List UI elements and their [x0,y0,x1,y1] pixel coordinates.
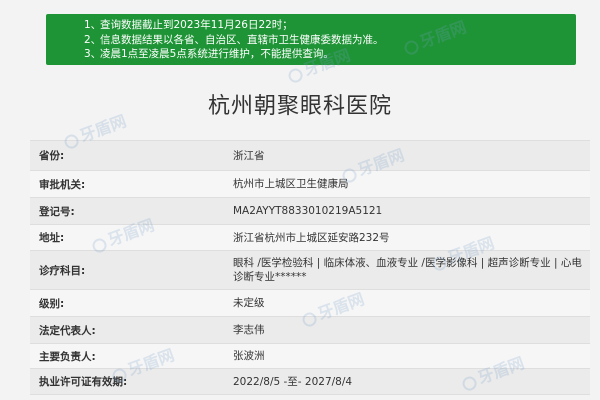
row-value: 眼科 /医学检验科 | 临床体液、血液专业 /医学影像科 | 超声诊断专业 | … [225,250,590,290]
table-row: 级别: 未定级 [30,289,590,317]
info-table: 省份: 浙江省 审批机关: 杭州市上城区卫生健康局 登记号: MA2AYYT88… [30,140,590,395]
notice-line-1: 1、查询数据截止到2023年11月26日22时； [84,18,576,33]
row-value: 2022/8/5 -至- 2027/8/4 [225,368,590,395]
table-row: 审批机关: 杭州市上城区卫生健康局 [30,170,590,198]
row-value: MA2AYYT8833010219A5121 [225,197,590,225]
row-label: 级别: [30,289,225,317]
table-row: 法定代表人: 李志伟 [30,316,590,344]
table-row: 执业许可证有效期: 2022/8/5 -至- 2027/8/4 [30,368,590,395]
notice-num: 3、 [84,48,102,60]
row-value: 浙江省 [225,140,590,171]
row-label: 地址: [30,224,225,251]
row-label: 诊疗科目: [30,250,225,290]
row-label: 主要负责人: [30,343,225,369]
notice-text: 查询数据截止到2023年11月26日22时； [100,19,293,31]
notice-text: 信息数据结果以各省、自治区、直辖市卫生健康委数据为准。 [100,33,384,46]
page: 1、查询数据截止到2023年11月26日22时； 2、信息数据结果以各省、自治区… [0,0,600,400]
table-row: 省份: 浙江省 [30,140,590,171]
row-label: 登记号: [30,197,225,225]
row-label: 审批机关: [30,170,225,198]
row-value: 浙江省杭州市上城区延安路232号 [225,224,590,251]
notice-line-3: 3、凌晨1点至凌晨5点系统进行维护，不能提供查询。 [84,47,576,62]
table-row: 地址: 浙江省杭州市上城区延安路232号 [30,224,590,251]
row-label: 执业许可证有效期: [30,368,225,395]
notice-num: 1、 [84,19,102,31]
row-value: 李志伟 [225,316,590,344]
notice-banner: 1、查询数据截止到2023年11月26日22时； 2、信息数据结果以各省、自治区… [46,14,576,65]
table-row: 登记号: MA2AYYT8833010219A5121 [30,197,590,225]
watermark-logo-icon [286,66,305,85]
row-value: 张波洲 [225,343,590,369]
table-row: 主要负责人: 张波洲 [30,343,590,369]
row-value: 杭州市上城区卫生健康局 [225,170,590,198]
notice-text: 凌晨1点至凌晨5点系统进行维护，不能提供查询。 [100,48,334,60]
notice-line-2: 2、信息数据结果以各省、自治区、直辖市卫生健康委数据为准。 [84,33,576,48]
hospital-title: 杭州朝聚眼科医院 [207,94,392,119]
row-label: 法定代表人: [30,316,225,344]
notice-num: 2、 [84,33,102,46]
table-row: 诊疗科目: 眼科 /医学检验科 | 临床体液、血液专业 /医学影像科 | 超声诊… [30,250,590,290]
row-label: 省份: [30,140,225,171]
row-value: 未定级 [225,289,590,317]
